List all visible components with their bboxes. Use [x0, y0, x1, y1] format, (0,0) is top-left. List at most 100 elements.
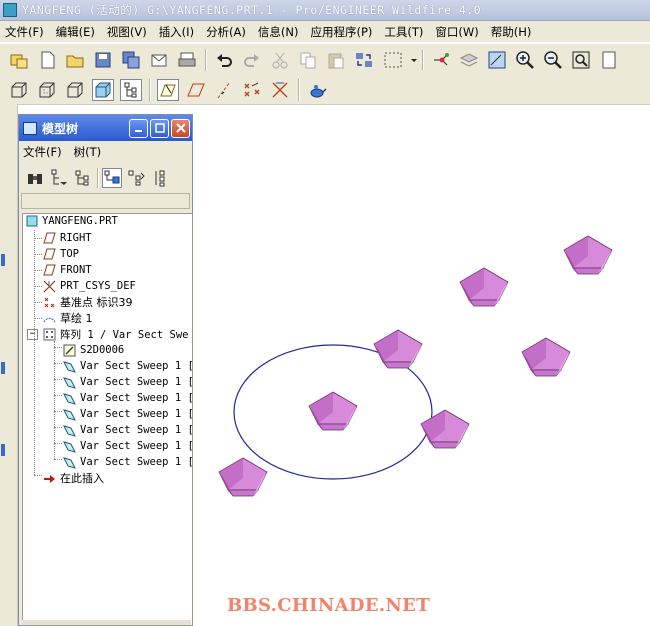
tree-item-right[interactable]: RIGHT: [43, 230, 92, 246]
tree-item-csys[interactable]: PRT_CSYS_DEF: [43, 278, 136, 294]
point-display-icon[interactable]: [213, 79, 235, 101]
select-working-dir-icon[interactable]: [8, 49, 30, 71]
tree-item-front[interactable]: FRONT: [43, 262, 92, 278]
pattern-feature[interactable]: [373, 329, 423, 369]
tree-item-top[interactable]: TOP: [43, 246, 79, 262]
tree-connector: [54, 443, 62, 444]
tree-filter-icon[interactable]: [49, 168, 69, 188]
paste-icon[interactable]: [325, 49, 347, 71]
chevron-down-icon[interactable]: [410, 49, 418, 71]
proe-app-icon: [3, 3, 17, 17]
tree-settings-icon[interactable]: [126, 168, 146, 188]
model-tree-window-icon: [23, 121, 37, 135]
tree-item-sweep[interactable]: Var Sect Sweep 1 [: [63, 454, 193, 470]
toolbar-separator: [97, 168, 98, 188]
navigator-edge-strip[interactable]: [0, 104, 18, 626]
menu-info[interactable]: 信息(N): [258, 24, 299, 40]
tree-item-part[interactable]: YANGFENG.PRT: [25, 214, 118, 229]
menu-edit[interactable]: 编辑(E): [56, 24, 95, 40]
model-tree-title: 模型树: [42, 121, 79, 136]
zoom-out-icon[interactable]: [542, 49, 564, 71]
orient-icon[interactable]: [598, 49, 620, 71]
regenerate-icon[interactable]: [353, 49, 375, 71]
pattern-feature[interactable]: [218, 457, 268, 497]
tree-item-pattern[interactable]: − 阵列 1 / Var Sect Swe: [27, 326, 188, 342]
save-icon[interactable]: [92, 49, 114, 71]
menu-analysis[interactable]: 分析(A): [206, 24, 246, 40]
tree-connector: [54, 459, 62, 460]
datum-planes-display-icon[interactable]: [157, 79, 179, 101]
menu-view[interactable]: 视图(V): [107, 24, 147, 40]
repaint-icon[interactable]: [486, 49, 508, 71]
pattern-feature-center[interactable]: [308, 391, 358, 431]
layer-icon[interactable]: [458, 49, 480, 71]
save-copy-icon[interactable]: [120, 49, 142, 71]
sweep-icon: [63, 424, 76, 437]
maximize-icon[interactable]: [150, 118, 169, 138]
binoculars-icon[interactable]: [25, 168, 45, 188]
tree-connector: [34, 302, 42, 303]
tree-menu-file[interactable]: 文件(F): [23, 144, 62, 160]
menu-tools[interactable]: 工具(T): [384, 24, 423, 40]
datum-axes-display-icon[interactable]: [185, 79, 207, 101]
datum-plane-icon: [43, 232, 56, 245]
menu-window[interactable]: 窗口(W): [435, 24, 478, 40]
datum-plane-icon: [43, 248, 56, 261]
print-icon[interactable]: [176, 49, 198, 71]
sweep-icon: [63, 392, 76, 405]
selection-box-icon[interactable]: [381, 49, 407, 71]
hidden-line-icon[interactable]: [36, 79, 58, 101]
cut-icon[interactable]: [269, 49, 291, 71]
tree-item-label: Var Sect Sweep 1 [: [80, 408, 193, 420]
tree-item-datum-point[interactable]: 基准点 标识39: [43, 294, 133, 310]
tree-item-sweep[interactable]: Var Sect Sweep 1 [: [63, 406, 193, 422]
graphics-window[interactable]: [195, 104, 650, 626]
tree-menu-tree[interactable]: 树(T): [74, 144, 102, 160]
shading-icon[interactable]: [92, 79, 114, 101]
undo-icon[interactable]: [213, 49, 235, 71]
tree-item-sweep[interactable]: Var Sect Sweep 1 [: [63, 374, 192, 390]
datum-display-icon[interactable]: [430, 49, 452, 71]
tree-item-label: TOP: [60, 248, 79, 260]
tree-horizontal-scrollbar[interactable]: [22, 620, 191, 625]
tree-item-sweep[interactable]: Var Sect Sweep 1 [: [63, 422, 192, 438]
tree-item-s2d[interactable]: S2D0006: [63, 342, 124, 358]
show-tree-icon[interactable]: [102, 168, 122, 188]
zoom-in-icon[interactable]: [514, 49, 536, 71]
tree-columns-icon[interactable]: [73, 168, 93, 188]
minimize-icon[interactable]: [129, 118, 148, 138]
close-icon[interactable]: [171, 118, 190, 138]
send-mail-icon[interactable]: [148, 49, 170, 71]
tree-item-sweep[interactable]: Var Sect Sweep 1 [: [63, 390, 192, 406]
menu-applications[interactable]: 应用程序(P): [310, 24, 372, 40]
model-tree-title-bar[interactable]: 模型树: [19, 115, 192, 141]
open-file-icon[interactable]: [64, 49, 86, 71]
wireframe-icon[interactable]: [8, 79, 30, 101]
tree-item-sweep[interactable]: Var Sect Sweep 1 [: [63, 358, 192, 374]
pattern-feature[interactable]: [459, 267, 509, 307]
tree-item-sweep[interactable]: Var Sect Sweep 1 [: [63, 438, 192, 454]
model-tree-toggle-icon[interactable]: [120, 79, 142, 101]
refit-icon[interactable]: [570, 49, 592, 71]
menu-file[interactable]: 文件(F): [5, 24, 44, 40]
tree-item-sketch[interactable]: 草绘 1: [43, 310, 93, 326]
csys-display-icon[interactable]: [241, 79, 263, 101]
pattern-feature[interactable]: [521, 337, 571, 377]
new-file-icon[interactable]: [36, 49, 58, 71]
tree-connector: [34, 318, 42, 319]
teapot-annotation-icon[interactable]: [306, 79, 328, 101]
tree-item-label: Var Sect Sweep 1 [: [80, 456, 193, 468]
copy-icon[interactable]: [297, 49, 319, 71]
tree-expand-icon[interactable]: [150, 168, 170, 188]
tree-item-label: FRONT: [60, 264, 92, 276]
spin-center-icon[interactable]: [269, 79, 291, 101]
tree-filter-strip[interactable]: [21, 193, 190, 209]
menu-insert[interactable]: 插入(I): [159, 24, 194, 40]
menu-help[interactable]: 帮助(H): [491, 24, 532, 40]
collapse-toggle-icon[interactable]: −: [27, 328, 38, 340]
pattern-feature[interactable]: [420, 409, 470, 449]
redo-icon[interactable]: [241, 49, 263, 71]
pattern-feature[interactable]: [563, 235, 613, 275]
tree-item-insert-here[interactable]: 在此插入: [43, 470, 104, 486]
no-hidden-icon[interactable]: [64, 79, 86, 101]
